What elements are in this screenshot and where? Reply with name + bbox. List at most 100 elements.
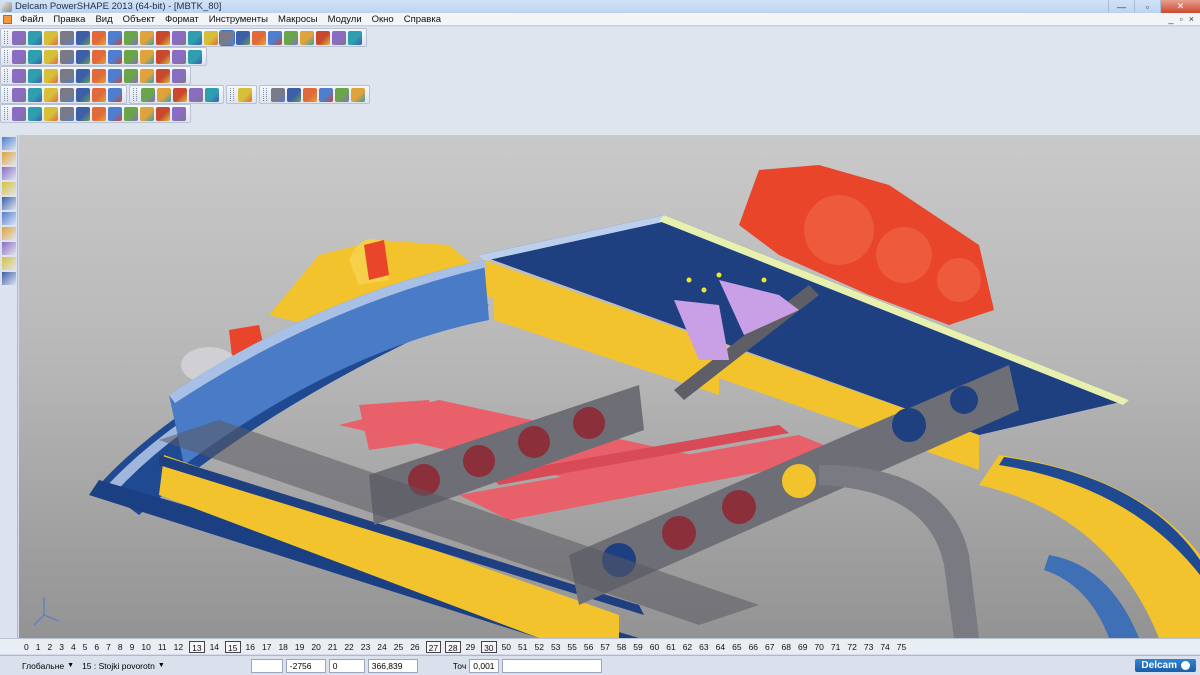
menu-view[interactable]: Вид [90,14,117,25]
spline-tool-icon[interactable] [2,182,16,195]
circle-icon[interactable] [236,30,250,45]
level-62[interactable]: 62 [680,641,696,653]
level-56[interactable]: 56 [581,641,597,653]
toolbar-grip-handle[interactable] [4,69,8,82]
new-model-icon[interactable] [12,30,26,45]
doc-minimize-button[interactable]: _ [1169,14,1174,24]
document-icon[interactable] [3,14,12,24]
level-18[interactable]: 18 [275,641,291,653]
prompt-field[interactable] [502,658,603,673]
level-75[interactable]: 75 [894,641,910,653]
toolbar-grip-handle[interactable] [4,50,8,63]
cube-icon[interactable] [140,68,154,83]
rectangle-tool-icon[interactable] [2,197,16,210]
spline-icon[interactable] [252,30,266,45]
grid-toggle-icon[interactable] [235,659,249,672]
cone-icon[interactable] [44,68,58,83]
doc-restore-button[interactable]: ▫ [1180,14,1183,24]
level-50[interactable]: 50 [499,641,515,653]
surface-d-icon[interactable] [76,106,90,121]
print-icon[interactable] [76,30,90,45]
solid-icon[interactable] [300,30,314,45]
toolbar-grip-handle[interactable] [4,88,8,101]
level-15[interactable]: 15 [225,640,241,653]
level-57[interactable]: 57 [597,641,613,653]
tree-e-icon[interactable] [319,87,333,102]
snap-line-icon[interactable] [203,659,217,672]
coord-y-field[interactable]: 0 [328,658,365,673]
close-button[interactable]: ✕ [1160,0,1200,13]
level-52[interactable]: 52 [531,641,547,653]
paste-icon[interactable] [124,30,138,45]
menu-format[interactable]: Формат [160,14,204,25]
undo-icon[interactable] [156,30,170,45]
level-68[interactable]: 68 [779,641,795,653]
zoom-icon[interactable] [92,49,106,64]
toolbar-grip-handle[interactable] [263,88,267,101]
level-66[interactable]: 66 [746,641,762,653]
coord-mode-icon[interactable] [421,659,435,672]
menu-macros[interactable]: Макросы [273,14,323,25]
line-tool-icon[interactable] [2,167,16,180]
toolbar-grip-handle[interactable] [133,88,137,101]
play-icon[interactable] [92,68,106,83]
solid-tool-icon[interactable] [2,227,16,240]
level-63[interactable]: 63 [696,641,712,653]
level-67[interactable]: 67 [762,641,778,653]
feature-c-icon[interactable] [173,87,187,102]
cylinder-icon[interactable] [76,68,90,83]
level-28[interactable]: 28 [445,640,461,653]
level-30[interactable]: 30 [481,640,497,653]
open-icon[interactable] [28,30,42,45]
arc-tool-icon[interactable] [2,257,16,270]
level-58[interactable]: 58 [614,641,630,653]
copy-icon[interactable] [108,30,122,45]
level-70[interactable]: 70 [811,641,827,653]
menu-edit[interactable]: Правка [48,14,90,25]
surface-b-icon[interactable] [44,106,58,121]
level-8[interactable]: 8 [115,641,127,653]
level-64[interactable]: 64 [713,641,729,653]
level-65[interactable]: 65 [729,641,745,653]
wire-icon[interactable] [156,49,170,64]
level-59[interactable]: 59 [630,641,646,653]
level-26[interactable]: 26 [407,641,423,653]
level-17[interactable]: 17 [259,641,275,653]
surface-e-icon[interactable] [92,106,106,121]
solid-c-icon[interactable] [44,87,58,102]
menu-object[interactable]: Объект [118,14,160,25]
angle-tool-icon[interactable] [2,272,16,285]
level-5[interactable]: 5 [80,641,92,653]
level-2[interactable]: 2 [44,641,56,653]
level-20[interactable]: 20 [308,641,324,653]
level-6[interactable]: 6 [91,641,103,653]
snap-point-icon[interactable] [187,659,201,672]
level-14[interactable]: 14 [207,641,223,653]
cut-icon[interactable] [92,30,106,45]
level-71[interactable]: 71 [828,641,844,653]
level-69[interactable]: 69 [795,641,811,653]
doc-close-button[interactable]: × [1189,14,1194,24]
rotate-view-icon[interactable] [204,30,218,45]
surface-i-icon[interactable] [156,106,170,121]
level-51[interactable]: 51 [515,641,531,653]
level-22[interactable]: 22 [341,641,357,653]
curve-x-icon[interactable] [28,106,42,121]
feature-e-icon[interactable] [205,87,219,102]
surface-g-icon[interactable] [124,106,138,121]
hammer-icon[interactable] [348,30,362,45]
coord-x-field[interactable]: -2756 [285,658,326,673]
tree-d-icon[interactable] [303,87,317,102]
level-1[interactable]: 1 [33,641,45,653]
surface-icon[interactable] [284,30,298,45]
torus-icon[interactable] [60,68,74,83]
level-10[interactable]: 10 [138,641,154,653]
level-27[interactable]: 27 [425,640,442,653]
snap-center-icon[interactable] [219,659,233,672]
level-53[interactable]: 53 [548,641,564,653]
level-74[interactable]: 74 [877,641,893,653]
solid-a-icon[interactable] [12,87,26,102]
level-16[interactable]: 16 [243,641,259,653]
view-iso-icon[interactable] [28,49,42,64]
level-select[interactable]: 15 : Stojki povorotn ▼ [80,659,167,673]
